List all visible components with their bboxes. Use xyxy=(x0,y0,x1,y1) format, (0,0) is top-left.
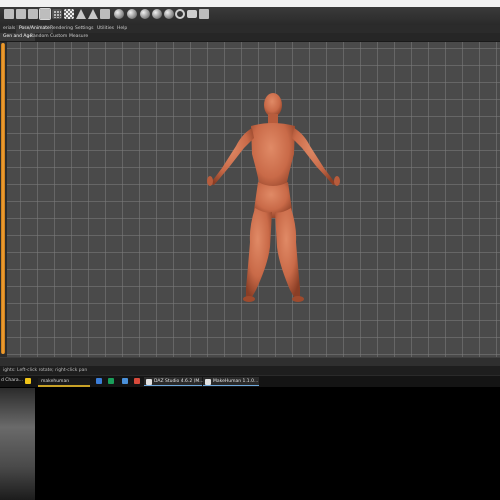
cone-icon[interactable] xyxy=(76,9,86,19)
main-menu-tabs: erials Pose/Animate Rendering Settings U… xyxy=(0,25,500,33)
tool-icon[interactable] xyxy=(28,9,38,19)
preview-tab-label: makehuman xyxy=(41,379,70,384)
status-text: ights: Left-click rotate; right-click pa… xyxy=(3,368,88,373)
tab-help[interactable]: Help xyxy=(114,25,130,33)
cone-icon[interactable] xyxy=(88,9,98,19)
grid-icon[interactable] xyxy=(52,9,62,19)
human-model[interactable] xyxy=(0,42,500,357)
ring-icon[interactable] xyxy=(175,9,185,19)
sphere-icon[interactable] xyxy=(140,9,150,19)
taskbar-item-makehuman[interactable]: MakeHuman 1.1.0... xyxy=(203,377,259,386)
app-icon[interactable] xyxy=(96,378,102,384)
sphere-icon[interactable] xyxy=(127,9,137,19)
app-icon[interactable] xyxy=(122,378,128,384)
app-icon[interactable] xyxy=(108,378,114,384)
window-thumbnail[interactable] xyxy=(0,388,35,500)
active-tool-icon[interactable] xyxy=(39,8,51,20)
checker-icon[interactable] xyxy=(64,9,74,19)
sub-menu-tabs: Gen and Age Random Custom Measure xyxy=(0,33,500,42)
taskbar-item-daz[interactable]: DAZ Studio 4.6.2 (M... xyxy=(144,377,204,386)
makehuman-icon xyxy=(205,379,211,385)
sphere-icon[interactable] xyxy=(152,9,162,19)
taskbar-item-label: DAZ Studio 4.6.2 (M... xyxy=(154,379,204,384)
tool-icon[interactable] xyxy=(16,9,26,19)
taskbar-item-label: MakeHuman 1.1.0... xyxy=(213,379,259,384)
daz-icon xyxy=(146,379,152,385)
main-toolbar xyxy=(0,7,500,26)
folder-icon[interactable] xyxy=(25,378,31,384)
vertical-slider[interactable] xyxy=(1,43,5,354)
camera-icon[interactable] xyxy=(187,10,197,18)
sphere-icon[interactable] xyxy=(164,9,174,19)
tool-icon[interactable] xyxy=(199,9,209,19)
window-top-strip xyxy=(0,0,500,7)
thumbnail-label: d Chara... xyxy=(1,378,23,383)
3d-viewport[interactable] xyxy=(0,42,500,357)
tool-icon[interactable] xyxy=(4,9,14,19)
desktop-area xyxy=(0,387,500,500)
app-icon[interactable] xyxy=(134,378,140,384)
tab-settings[interactable]: Settings xyxy=(72,25,96,33)
tool-icon[interactable] xyxy=(100,9,110,19)
subtab-measure[interactable]: Measure xyxy=(66,33,91,41)
sphere-icon[interactable] xyxy=(114,9,124,19)
